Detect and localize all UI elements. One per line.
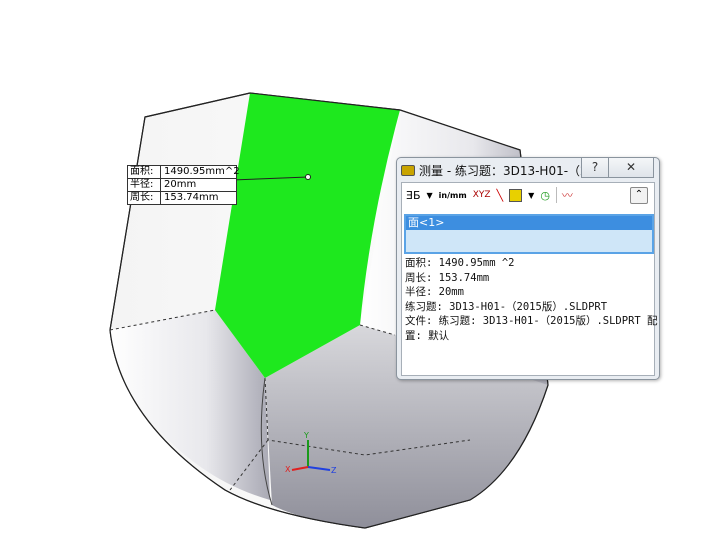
- result-file: 文件: 练习题: 3D13-H01-（2015版）.SLDPRT 配: [405, 315, 658, 327]
- close-button[interactable]: ✕: [608, 158, 654, 178]
- dropdown-arrow-icon[interactable]: ▼: [528, 191, 534, 200]
- result-radius: 半径: 20mm: [405, 286, 464, 298]
- perimeter-value: 153.74mm: [164, 192, 219, 203]
- radius-value: 20mm: [164, 179, 197, 190]
- results-text: 面积: 1490.95mm ^2 周长: 153.74mm 半径: 20mm 练…: [405, 256, 658, 343]
- result-config: 置: 默认: [405, 329, 450, 342]
- area-value: 1490.95mm^2: [164, 166, 240, 177]
- svg-text:Z: Z: [331, 466, 337, 475]
- collapse-button[interactable]: ⌃: [630, 187, 648, 204]
- selection-item[interactable]: 面<1>: [406, 216, 652, 230]
- result-part: 练习题: 3D13-H01-（2015版）.SLDPRT: [405, 300, 608, 313]
- svg-text:X: X: [285, 465, 291, 474]
- perimeter-label: 周长:: [128, 192, 161, 204]
- measure-tool-icon: [401, 165, 415, 176]
- result-perimeter: 周长: 153.74mm: [405, 271, 490, 284]
- help-button[interactable]: ?: [581, 158, 609, 178]
- xyz-icon[interactable]: XYZ: [473, 190, 491, 200]
- sensor-icon[interactable]: 〰: [555, 187, 573, 203]
- svg-text:Y: Y: [303, 431, 309, 440]
- measure-callout: 面积: 1490.95mm^2 半径: 20mm 周长: 153.74mm: [127, 165, 240, 205]
- measure-dialog: 测量 - 练习题：3D13-H01-（20... ? ✕ ƎБ ▼ in/mm X…: [396, 157, 660, 380]
- projection-icon[interactable]: [509, 188, 523, 202]
- arc-circle-measure-icon[interactable]: ƎБ: [406, 189, 421, 202]
- history-icon[interactable]: ◷: [540, 189, 550, 202]
- dialog-title-bar[interactable]: 测量 - 练习题：3D13-H01-（20...: [401, 162, 607, 179]
- radius-label: 半径:: [128, 179, 161, 191]
- area-label: 面积:: [128, 166, 161, 178]
- result-area: 面积: 1490.95mm ^2: [405, 257, 515, 269]
- dialog-title: 测量 - 练习题：3D13-H01-（20...: [419, 164, 607, 178]
- units-precision-icon[interactable]: in/mm: [439, 191, 467, 200]
- point-to-point-icon[interactable]: ╲: [497, 189, 504, 202]
- dropdown-arrow-icon[interactable]: ▼: [427, 191, 433, 200]
- selection-list[interactable]: 面<1>: [404, 214, 654, 254]
